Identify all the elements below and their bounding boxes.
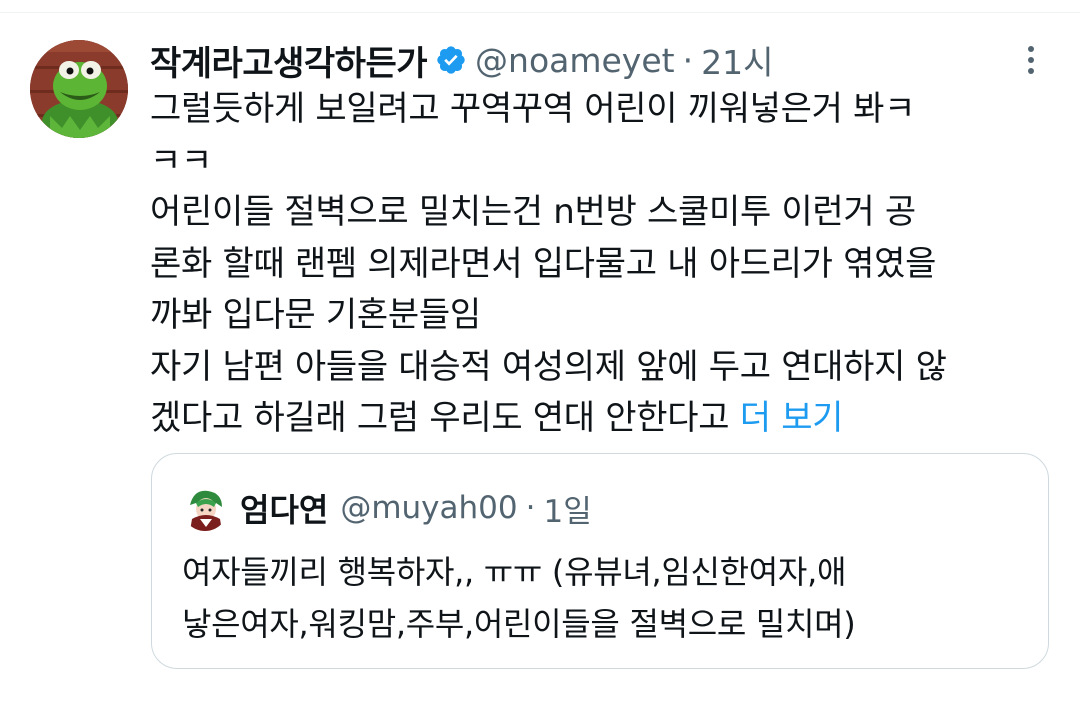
tweet-body-line: 그럴듯하게 보일려고 꾸역꾸역 어린이 끼워넣은거 봐ㅋ xyxy=(150,89,916,129)
quoted-header-separator: · xyxy=(525,490,536,526)
tweet-body-line: ㅋㅋ xyxy=(150,140,212,181)
tweet-body-line-last: 겠다고 하길래 그럼 우리도 연대 안한다고 더 보기 xyxy=(150,393,1050,445)
tweet-body: 그럴듯하게 보일려고 꾸역꾸역 어린이 끼워넣은거 봐ㅋ ㅋㅋ 어린이들 절벽으… xyxy=(150,84,1050,445)
tweet-body-line: 론화 할때 랜펨 의제라면서 입다물고 내 아드리가 엮였을 xyxy=(150,243,937,284)
kermit-avatar-icon xyxy=(30,40,128,138)
author-avatar[interactable] xyxy=(30,40,128,138)
show-more-link[interactable]: 더 보기 xyxy=(740,398,844,438)
quoted-author-display-name[interactable]: 엄다연 xyxy=(240,485,328,531)
tweet-timestamp[interactable]: 21시 xyxy=(701,36,773,84)
tweet-header: 작계라고생각하든가 @noameyet · 21시 xyxy=(150,32,773,88)
tweet-body-line: 자기 남편 아들을 대승적 여성의제 앞에 두고 연대하지 않 xyxy=(150,346,947,387)
quoted-tweet-body: 여자들끼리 행복하자,, ㅠㅠ (유뷰녀,임신한여자,애 낳은여자,워킹맘,주부… xyxy=(182,546,1032,650)
quoted-tweet-line: 낳은여자,워킹맘,주부,어린이들을 절벽으로 밀치며) xyxy=(182,605,856,643)
tweet-body-line: 어린이들 절벽으로 밀치는건 n번방 스쿨미투 이런거 공 xyxy=(150,192,916,232)
more-options-icon[interactable] xyxy=(1016,42,1046,78)
quoted-author-handle[interactable]: @muyah00 xyxy=(340,490,517,526)
header-separator: · xyxy=(682,40,694,80)
tweet-body-text: 겠다고 하길래 그럼 우리도 연대 안한다고 xyxy=(150,398,730,438)
anime-avatar-icon xyxy=(182,485,228,531)
tweet[interactable]: 작계라고생각하든가 @noameyet · 21시 그럴듯하게 보일려고 꾸역꾸… xyxy=(0,0,1080,703)
quoted-tweet-card[interactable]: 엄다연 @muyah00 · 1일 여자들끼리 행복하자,, ㅠㅠ (유뷰녀,임… xyxy=(151,453,1049,669)
tweet-body-line: 까봐 입다문 기혼분들임 xyxy=(150,295,481,335)
verified-badge-icon[interactable] xyxy=(435,44,467,76)
quoted-tweet-timestamp[interactable]: 1일 xyxy=(543,486,591,531)
author-display-name[interactable]: 작계라고생각하든가 xyxy=(150,36,428,85)
quoted-author-avatar[interactable] xyxy=(182,485,228,531)
quoted-tweet-header: 엄다연 @muyah00 · 1일 xyxy=(182,482,592,534)
author-handle[interactable]: @noameyet xyxy=(475,41,675,80)
quoted-tweet-line: 여자들끼리 행복하자,, ㅠㅠ (유뷰녀,임신한여자,애 xyxy=(182,553,847,591)
